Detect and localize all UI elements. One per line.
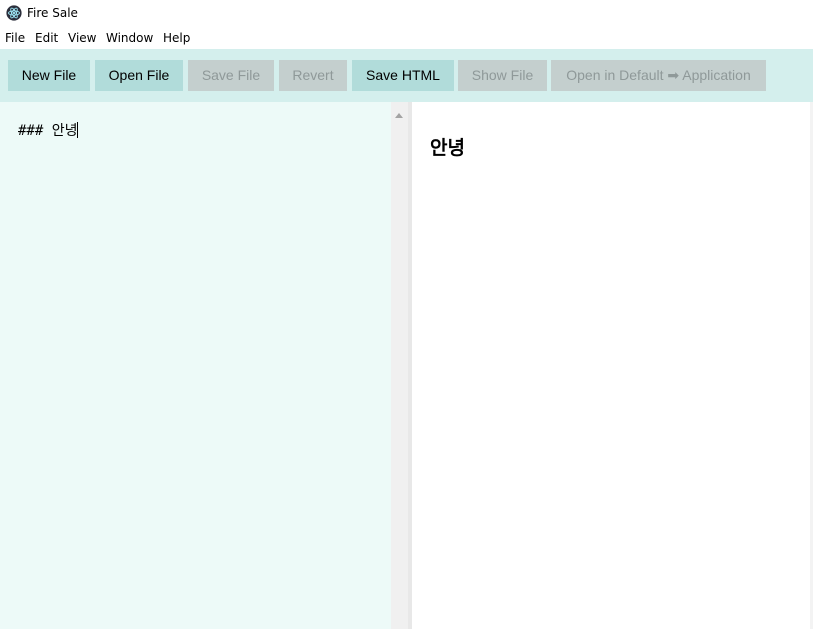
editor-text: ### 안녕 (18, 123, 78, 139)
html-preview (412, 102, 810, 629)
preview-heading: 안녕 (430, 137, 465, 159)
menu-edit[interactable]: Edit (35, 31, 58, 46)
editor-scrollbar[interactable] (391, 102, 408, 629)
open-in-default-button[interactable]: Open in Default ➡ Application (551, 60, 766, 91)
electron-logo-icon (6, 5, 22, 21)
menu-help[interactable]: Help (163, 31, 190, 46)
show-file-button[interactable]: Show File (458, 60, 547, 91)
text-caret (77, 122, 79, 138)
editor-content[interactable]: ### 안녕 (18, 121, 79, 141)
markdown-editor[interactable] (0, 102, 391, 629)
revert-button[interactable]: Revert (279, 60, 347, 91)
save-file-button[interactable]: Save File (188, 60, 274, 91)
menu-view[interactable]: View (68, 31, 96, 46)
window-title: Fire Sale (27, 6, 78, 20)
menu-window[interactable]: Window (106, 31, 153, 46)
open-file-button[interactable]: Open File (95, 60, 183, 91)
new-file-button[interactable]: New File (8, 60, 90, 91)
toolbar: New File Open File Save File Revert Save… (0, 49, 813, 102)
scroll-up-arrow-icon[interactable] (395, 113, 403, 118)
save-html-button[interactable]: Save HTML (352, 60, 454, 91)
title-bar: Fire Sale (0, 0, 813, 27)
menu-bar: File Edit View Window Help (0, 27, 813, 49)
menu-file[interactable]: File (5, 31, 25, 46)
